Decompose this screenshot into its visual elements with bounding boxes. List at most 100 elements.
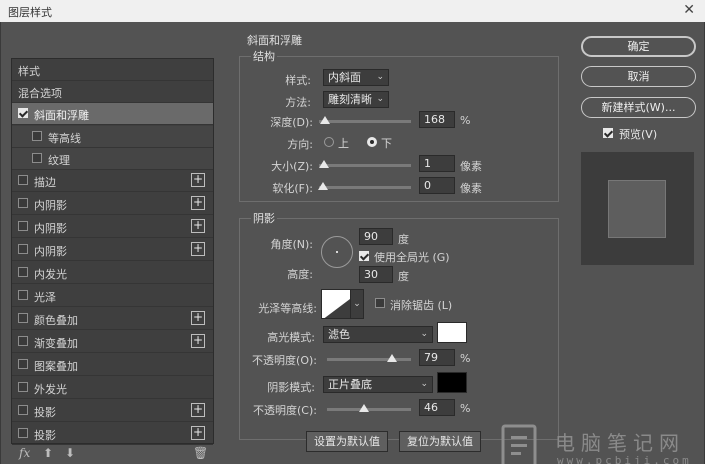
list-item-checkbox[interactable] <box>32 131 42 141</box>
list-item-checkbox[interactable] <box>18 290 28 300</box>
size-label: 大小(Z): <box>271 160 313 173</box>
highlight-opacity-slider[interactable] <box>327 358 411 361</box>
list-item[interactable]: 外发光 <box>12 377 213 399</box>
list-item-checkbox[interactable] <box>18 267 28 277</box>
shadow-opacity-thumb[interactable] <box>359 404 369 412</box>
add-effect-icon[interactable]: + <box>191 219 205 233</box>
style-list: 样式 混合选项 斜面和浮雕 等高线 纹理 描边 + 内阴影 + 内阴影 + 内阴影 + 内发光 光泽 颜色… <box>11 58 214 445</box>
fx-icon[interactable]: fx <box>19 446 30 460</box>
list-item-checkbox[interactable] <box>18 336 28 346</box>
list-item-checkbox[interactable] <box>18 175 28 185</box>
cancel-button[interactable]: 取消 <box>581 66 696 87</box>
list-item[interactable]: 内阴影 + <box>12 193 213 215</box>
list-item[interactable]: 渐变叠加 + <box>12 331 213 353</box>
styles-header[interactable]: 样式 <box>12 59 213 81</box>
list-item-label: 等高线 <box>48 132 81 145</box>
method-dropdown[interactable]: 雕刻清晰 ⌄ <box>323 91 389 108</box>
list-item-label: 纹理 <box>48 154 70 167</box>
shadow-opacity-label: 不透明度(C): <box>253 404 317 417</box>
depth-slider[interactable] <box>319 120 411 123</box>
depth-input[interactable]: 168 <box>419 111 455 128</box>
reset-default-button[interactable]: 复位为默认值 <box>399 431 481 452</box>
add-effect-icon[interactable]: + <box>191 242 205 256</box>
new-style-button[interactable]: 新建样式(W)... <box>581 97 696 118</box>
list-item[interactable]: 投影 + <box>12 400 213 422</box>
trash-icon[interactable]: 🗑 <box>193 446 208 460</box>
highlight-color-swatch[interactable] <box>437 322 467 343</box>
add-effect-icon[interactable]: + <box>191 311 205 325</box>
angle-input[interactable]: 90 <box>359 228 393 245</box>
window-title: 图层样式 <box>8 6 52 19</box>
add-effect-icon[interactable]: + <box>191 173 205 187</box>
list-item[interactable]: 内发光 <box>12 262 213 284</box>
chevron-down-icon: ⌄ <box>376 94 384 104</box>
antialias-checkbox[interactable] <box>375 298 385 308</box>
soften-slider-thumb[interactable] <box>318 182 328 190</box>
list-item[interactable]: 纹理 <box>12 148 213 170</box>
list-item[interactable]: 内阴影 + <box>12 239 213 261</box>
direction-up-label: 上 <box>338 137 349 150</box>
list-item-label: 渐变叠加 <box>34 337 78 350</box>
global-light-checkbox[interactable] <box>359 251 369 261</box>
list-item[interactable]: 内阴影 + <box>12 216 213 238</box>
make-default-button[interactable]: 设置为默认值 <box>306 431 388 452</box>
list-item-label: 颜色叠加 <box>34 314 78 327</box>
list-item-checkbox[interactable] <box>18 221 28 231</box>
list-item-checkbox[interactable] <box>32 153 42 163</box>
list-item-checkbox[interactable] <box>18 359 28 369</box>
close-icon[interactable]: ✕ <box>683 2 695 18</box>
list-item[interactable]: 光泽 <box>12 285 213 307</box>
highlight-opacity-input[interactable]: 79 <box>419 349 455 366</box>
direction-up-radio[interactable] <box>324 137 334 147</box>
direction-down-radio[interactable] <box>367 137 377 147</box>
list-item-checkbox[interactable] <box>18 313 28 323</box>
add-effect-icon[interactable]: + <box>191 334 205 348</box>
shadow-opacity-input[interactable]: 46 <box>419 399 455 416</box>
style-dropdown[interactable]: 内斜面 ⌄ <box>323 69 389 86</box>
move-down-icon[interactable]: ⬇ <box>65 446 75 460</box>
shadow-color-swatch[interactable] <box>437 372 467 393</box>
list-item[interactable]: 描边 + <box>12 170 213 192</box>
size-unit: 像素 <box>460 160 482 173</box>
soften-input[interactable]: 0 <box>419 177 455 194</box>
ok-button[interactable]: 确定 <box>581 36 696 57</box>
direction-label: 方向: <box>287 138 313 151</box>
list-item[interactable]: 斜面和浮雕 <box>12 103 213 125</box>
add-effect-icon[interactable]: + <box>191 196 205 210</box>
list-item[interactable]: 图案叠加 <box>12 354 213 376</box>
list-item-checkbox[interactable] <box>18 244 28 254</box>
add-effect-icon[interactable]: + <box>191 426 205 440</box>
list-item-checkbox[interactable] <box>18 198 28 208</box>
shadow-mode-label: 阴影模式: <box>267 381 315 394</box>
list-item-checkbox[interactable] <box>18 405 28 415</box>
move-up-icon[interactable]: ⬆ <box>43 446 53 460</box>
highlight-opacity-label: 不透明度(O): <box>252 354 317 367</box>
size-slider-thumb[interactable] <box>319 160 329 168</box>
list-item[interactable]: 颜色叠加 + <box>12 308 213 330</box>
highlight-opacity-thumb[interactable] <box>387 354 397 362</box>
size-slider[interactable] <box>319 164 411 167</box>
soften-slider[interactable] <box>319 186 411 189</box>
watermark-text: 电脑笔记网 <box>555 431 685 455</box>
preview-checkbox[interactable] <box>603 128 613 138</box>
highlight-mode-dropdown[interactable]: 滤色 ⌄ <box>323 326 433 343</box>
altitude-unit: 度 <box>398 270 409 283</box>
list-item-checkbox[interactable] <box>18 382 28 392</box>
list-item-label: 投影 <box>34 406 56 419</box>
angle-dial[interactable] <box>321 236 353 268</box>
blend-options-item[interactable]: 混合选项 <box>12 81 213 103</box>
add-effect-icon[interactable]: + <box>191 403 205 417</box>
size-input[interactable]: 1 <box>419 155 455 172</box>
angle-label: 角度(N): <box>270 238 313 251</box>
contour-dropdown-arrow[interactable]: ⌄ <box>350 289 364 319</box>
shadow-mode-dropdown[interactable]: 正片叠底 ⌄ <box>323 376 433 393</box>
list-item-checkbox[interactable] <box>18 108 28 118</box>
list-item[interactable]: 投影 + <box>12 423 213 445</box>
depth-slider-thumb[interactable] <box>320 116 330 124</box>
highlight-opacity-unit: % <box>460 352 471 365</box>
list-item[interactable]: 等高线 <box>12 126 213 148</box>
altitude-input[interactable]: 30 <box>359 266 393 283</box>
list-item-label: 投影 <box>34 429 56 442</box>
list-item-checkbox[interactable] <box>18 428 28 438</box>
shadow-opacity-slider[interactable] <box>327 408 411 411</box>
